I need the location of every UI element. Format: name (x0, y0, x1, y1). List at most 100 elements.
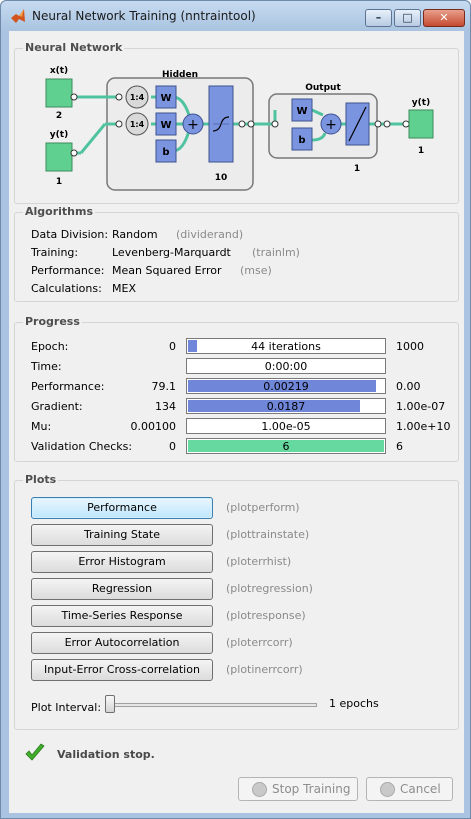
input-x-label: x(t) (50, 66, 68, 76)
progress-bar-text: 0.0187 (266, 400, 306, 413)
cancel-button[interactable]: Cancel (366, 777, 453, 801)
progress-end-value: 1.00e-07 (396, 400, 446, 413)
plot-function-name: (plotinerrcorr) (226, 663, 303, 676)
progress-end-value: 0.00 (396, 380, 421, 393)
stop-training-button[interactable]: Stop Training (238, 777, 358, 801)
hidden-layer-title: Hidden (162, 70, 198, 80)
output-layer-title: Output (305, 83, 341, 93)
progress-label: Time: (31, 360, 62, 373)
network-diagram: Hidden Output x(t) 2 y(t) 1 1:4 1:4 W W … (45, 66, 434, 191)
progress-bar-text: 0.00219 (263, 380, 309, 393)
delay-x-label: 1:4 (130, 93, 145, 102)
svg-text:+: + (187, 117, 199, 133)
progress-label: Epoch: (31, 340, 69, 353)
progress-bar: 0.0187 (186, 398, 386, 414)
progress-label: Gradient: (31, 400, 83, 413)
client-area: Neural Network Hidden Output x(t) 2 y(t)… (9, 31, 464, 813)
algorithm-value: Random (112, 228, 158, 241)
window-title: Neural Network Training (nntraintool) (32, 9, 256, 23)
maximize-icon: □ (402, 11, 413, 24)
algorithm-label: Performance: (31, 264, 105, 277)
output-layer-size: 1 (354, 164, 360, 174)
progress-start-value: 0 (169, 340, 176, 353)
title-bar: Neural Network Training (nntraintool) – … (1, 1, 470, 31)
hidden-bias-label: b (162, 147, 169, 158)
progress-end-value: 1.00e+10 (396, 420, 451, 433)
progress-bar: 0:00:00 (186, 358, 386, 374)
algorithm-label: Calculations: (31, 282, 102, 295)
algorithm-value: MEX (112, 282, 136, 295)
algorithm-value: Levenberg-Marquardt (112, 246, 231, 259)
hidden-weight-y-label: W (160, 120, 171, 131)
minimize-button[interactable]: – (365, 9, 392, 27)
plot-interval-label: Plot Interval: (31, 701, 102, 714)
svg-text:+: + (325, 117, 337, 133)
maximize-button[interactable]: □ (394, 9, 421, 27)
progress-start-value: 0 (169, 440, 176, 453)
plot-button[interactable]: Training State (31, 524, 213, 546)
plot-button[interactable]: Performance (31, 497, 213, 519)
input-y-size: 1 (56, 177, 62, 187)
close-icon: ✕ (439, 11, 449, 24)
output-node (408, 109, 434, 139)
algorithm-function: (trainlm) (252, 246, 300, 259)
algorithm-label: Data Division: (31, 228, 109, 241)
output-size: 1 (418, 146, 424, 156)
plot-function-name: (plotperform) (226, 501, 300, 514)
plot-button[interactable]: Error Autocorrelation (31, 632, 213, 654)
output-label: y(t) (412, 98, 430, 108)
progress-end-value: 1000 (396, 340, 424, 353)
input-x-size: 2 (56, 111, 62, 121)
progress-start-value: 79.1 (151, 380, 177, 393)
cancel-icon (380, 782, 395, 797)
input-x-node (45, 78, 73, 108)
plot-interval-value: 1 epochs (329, 697, 379, 710)
stop-training-label: Stop Training (272, 782, 351, 796)
plot-interval-slider-track[interactable] (107, 703, 317, 707)
algorithm-function: (mse) (240, 264, 272, 277)
matlab-logo-icon (11, 9, 25, 23)
cancel-label: Cancel (400, 782, 441, 796)
progress-bar: 0.00219 (186, 378, 386, 394)
plot-interval-slider-thumb[interactable] (105, 695, 115, 713)
algorithm-label: Training: (31, 246, 79, 259)
progress-bar: 1.00e-05 (186, 418, 386, 434)
plot-button[interactable]: Error Histogram (31, 551, 213, 573)
progress-bar-text: 6 (282, 440, 290, 453)
input-y-label: y(t) (50, 130, 68, 140)
plot-function-name: (ploterrcorr) (226, 636, 293, 649)
status-message: Validation stop. (57, 748, 155, 761)
plot-function-name: (plotregression) (226, 582, 313, 595)
progress-bar-text: 1.00e-05 (261, 420, 311, 433)
plot-button[interactable]: Input-Error Cross-correlation (31, 659, 213, 681)
checkmark-icon (25, 743, 45, 761)
progress-end-value: 6 (396, 440, 403, 453)
minimize-icon: – (375, 11, 382, 24)
progress-bar-text: 0:00:00 (264, 360, 308, 373)
output-weight-label: W (296, 106, 307, 117)
progress-start-value: 0.00100 (130, 420, 177, 433)
delay-y-label: 1:4 (130, 120, 145, 129)
progress-start-value: 134 (155, 400, 176, 413)
plot-button[interactable]: Time-Series Response (31, 605, 213, 627)
close-button[interactable]: ✕ (423, 9, 465, 27)
plot-function-name: (plotresponse) (226, 609, 306, 622)
input-y-node (45, 142, 73, 172)
plots-title: Plots (23, 473, 59, 486)
hidden-weight-x-label: W (160, 93, 171, 104)
progress-bar-text: 44 iterations (251, 340, 321, 353)
progress-bar: 6 (186, 438, 386, 454)
progress-label: Mu: (31, 420, 52, 433)
algorithm-function: (dividerand) (176, 228, 244, 241)
progress-bar: 44 iterations (186, 338, 386, 354)
plot-button[interactable]: Regression (31, 578, 213, 600)
algorithm-value: Mean Squared Error (112, 264, 222, 277)
stop-icon (252, 782, 267, 797)
output-bias-label: b (298, 135, 305, 146)
plot-function-name: (ploterrhist) (226, 555, 292, 568)
hidden-size: 10 (215, 173, 228, 183)
nntraintool-window: Neural Network Training (nntraintool) – … (0, 0, 471, 819)
progress-title: Progress (23, 315, 82, 328)
progress-label: Performance: (31, 380, 105, 393)
algorithms-title: Algorithms (23, 205, 96, 218)
